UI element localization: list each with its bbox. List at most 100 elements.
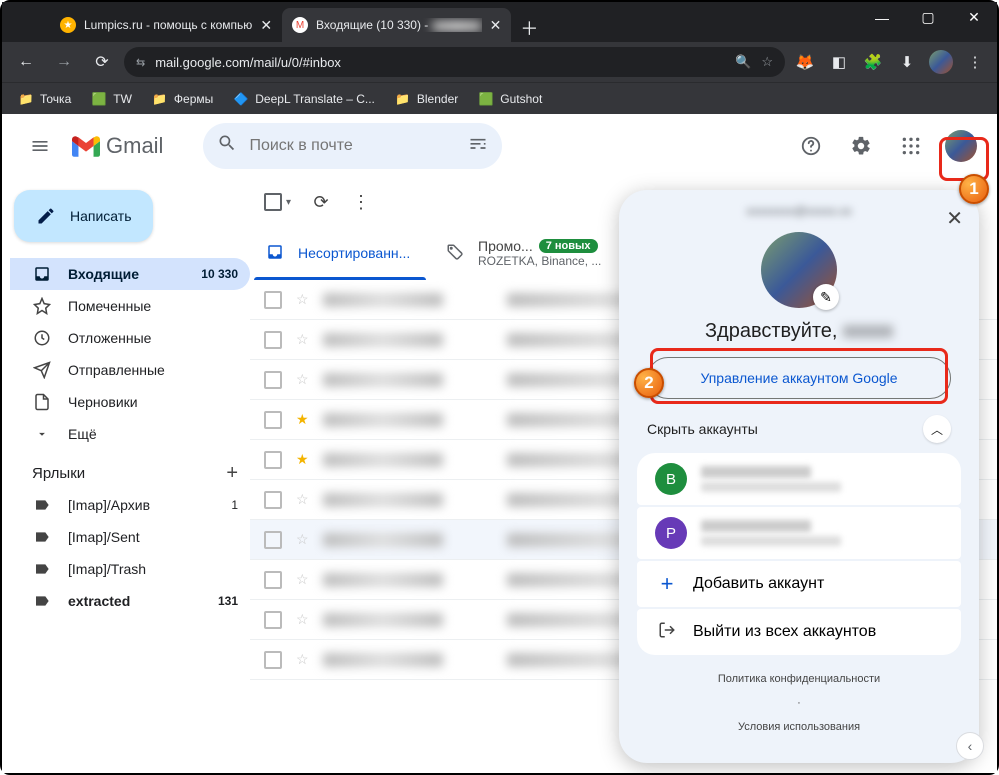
ext-metamask-icon[interactable]: 🦊	[791, 48, 819, 76]
tos-link[interactable]: Условия использования	[629, 715, 969, 739]
browser-tab-0[interactable]: ★ Lumpics.ru - помощь с компью ✕	[50, 8, 282, 42]
tabstrip: ★ Lumpics.ru - помощь с компью ✕ M Входя…	[2, 2, 997, 42]
bookmark-item[interactable]: 📁Фермы	[144, 87, 221, 111]
google-apps-icon[interactable]	[891, 126, 931, 166]
star-icon[interactable]: ☆	[296, 331, 309, 348]
more-actions-icon[interactable]: ⋮	[351, 192, 371, 212]
account-footer: Политика конфиденциальности · Условия ис…	[629, 655, 969, 740]
omnibox[interactable]: ⇆ mail.google.com/mail/u/0/#inbox 🔍 ☆	[124, 47, 785, 77]
close-tab-icon[interactable]: ✕	[490, 17, 502, 34]
browser-menu-icon[interactable]: ⋮	[961, 48, 989, 76]
bookmark-item[interactable]: 📁Точка	[10, 87, 79, 111]
star-icon[interactable]: ☆	[296, 531, 309, 548]
downloads-icon[interactable]: ⬇	[893, 48, 921, 76]
support-icon[interactable]	[791, 126, 831, 166]
bookmark-item[interactable]: 🟩TW	[83, 87, 140, 111]
tab-primary[interactable]: Несортированн...	[250, 226, 430, 280]
bookmark-item[interactable]: 🔷DeepL Translate – С...	[225, 87, 383, 111]
nav-back-icon[interactable]: ←	[10, 46, 42, 78]
select-all-checkbox[interactable]	[264, 193, 282, 211]
close-tab-icon[interactable]: ✕	[260, 17, 272, 34]
sidebar-item-send[interactable]: Отправленные	[10, 354, 250, 386]
mail-checkbox[interactable]	[264, 411, 282, 429]
star-icon[interactable]: ★	[296, 411, 309, 428]
new-tab-button[interactable]: ＋	[515, 14, 543, 42]
bookmark-star-icon[interactable]: ☆	[761, 54, 773, 70]
mail-checkbox[interactable]	[264, 331, 282, 349]
window-minimize[interactable]: —	[859, 2, 905, 33]
star-icon[interactable]: ☆	[296, 291, 309, 308]
label-text: [Imap]/Trash	[68, 561, 146, 577]
label-item[interactable]: [Imap]/Архив 1	[10, 489, 250, 521]
close-popup-icon[interactable]: ✕	[946, 206, 963, 231]
account-avatar[interactable]	[941, 126, 981, 166]
nav-label: Отправленные	[68, 362, 165, 378]
label-item[interactable]: [Imap]/Sent	[10, 521, 250, 553]
search-options-icon[interactable]	[468, 133, 488, 158]
mail-checkbox[interactable]	[264, 291, 282, 309]
star-icon[interactable]: ☆	[296, 571, 309, 588]
profile-avatar-browser[interactable]	[927, 48, 955, 76]
window-maximize[interactable]: ▢	[905, 2, 951, 33]
privacy-link[interactable]: Политика конфиденциальности	[629, 667, 969, 691]
sidebar-item-star[interactable]: Помеченные	[10, 290, 250, 322]
label-item[interactable]: [Imap]/Trash	[10, 553, 250, 585]
sign-out-row[interactable]: Выйти из всех аккаунтов	[637, 609, 961, 655]
bookmark-item[interactable]: 🟩Gutshot	[470, 87, 550, 111]
tab-title: Входящие (10 330) -	[316, 18, 482, 32]
sidebar-item-draft[interactable]: Черновики	[10, 386, 250, 418]
select-dropdown-icon[interactable]: ▾	[286, 197, 291, 208]
tab-subtitle: ROZETKA, Binance, ...	[478, 254, 601, 268]
gmail-logo[interactable]: Gmail	[72, 133, 193, 159]
star-icon[interactable]: ☆	[296, 371, 309, 388]
label-count: 131	[218, 594, 238, 608]
search-bar[interactable]	[203, 123, 502, 169]
search-in-page-icon[interactable]: 🔍	[735, 54, 751, 70]
scroll-indicator-icon[interactable]: ‹	[956, 732, 984, 760]
ext-generic-icon[interactable]: ◧	[825, 48, 853, 76]
search-input[interactable]	[249, 137, 456, 155]
compose-button[interactable]: Написать	[14, 190, 153, 242]
manage-account-button[interactable]: Управление аккаунтом Google	[647, 357, 951, 399]
other-account-row[interactable]: P	[637, 507, 961, 559]
mail-checkbox[interactable]	[264, 571, 282, 589]
profile-picture[interactable]: ✎	[761, 232, 837, 308]
other-account-row[interactable]: В	[637, 453, 961, 505]
refresh-icon[interactable]: ⟳	[311, 192, 331, 212]
add-label-icon[interactable]: +	[226, 462, 238, 485]
label-icon	[32, 591, 52, 611]
edit-photo-icon[interactable]: ✎	[813, 284, 839, 310]
mail-checkbox[interactable]	[264, 651, 282, 669]
settings-gear-icon[interactable]	[841, 126, 881, 166]
star-icon[interactable]: ☆	[296, 611, 309, 628]
mail-checkbox[interactable]	[264, 451, 282, 469]
star-icon[interactable]: ☆	[296, 651, 309, 668]
mail-checkbox[interactable]	[264, 491, 282, 509]
mail-sender	[323, 293, 493, 307]
mail-sender	[323, 533, 493, 547]
star-icon[interactable]: ☆	[296, 491, 309, 508]
tab-promotions[interactable]: Промо... 7 новых ROZETKA, Binance, ...	[430, 226, 617, 280]
hide-accounts-toggle[interactable]: Скрыть аккаунты ︿	[629, 399, 969, 453]
tab-label: Промо...	[478, 238, 533, 254]
site-info-icon[interactable]: ⇆	[136, 56, 145, 69]
mail-checkbox[interactable]	[264, 531, 282, 549]
extensions-icon[interactable]: 🧩	[859, 48, 887, 76]
browser-tab-1[interactable]: M Входящие (10 330) - ✕	[282, 8, 511, 42]
add-account-row[interactable]: + Добавить аккаунт	[637, 561, 961, 607]
label-text: [Imap]/Sent	[68, 529, 140, 545]
sidebar-item-more[interactable]: Ещё	[10, 418, 250, 450]
main-menu-icon[interactable]	[18, 124, 62, 168]
sidebar-item-clock[interactable]: Отложенные	[10, 322, 250, 354]
bookmark-item[interactable]: 📁Blender	[387, 87, 466, 111]
window-close[interactable]: ✕	[951, 2, 997, 33]
mail-checkbox[interactable]	[264, 371, 282, 389]
nav-forward-icon[interactable]: →	[48, 46, 80, 78]
mail-checkbox[interactable]	[264, 611, 282, 629]
label-item[interactable]: extracted 131	[10, 585, 250, 617]
mail-sender	[323, 653, 493, 667]
star-icon[interactable]: ★	[296, 451, 309, 468]
sidebar-item-inbox[interactable]: Входящие 10 330	[10, 258, 250, 290]
nav-reload-icon[interactable]: ⟳	[86, 46, 118, 78]
nav-label: Ещё	[68, 426, 97, 442]
